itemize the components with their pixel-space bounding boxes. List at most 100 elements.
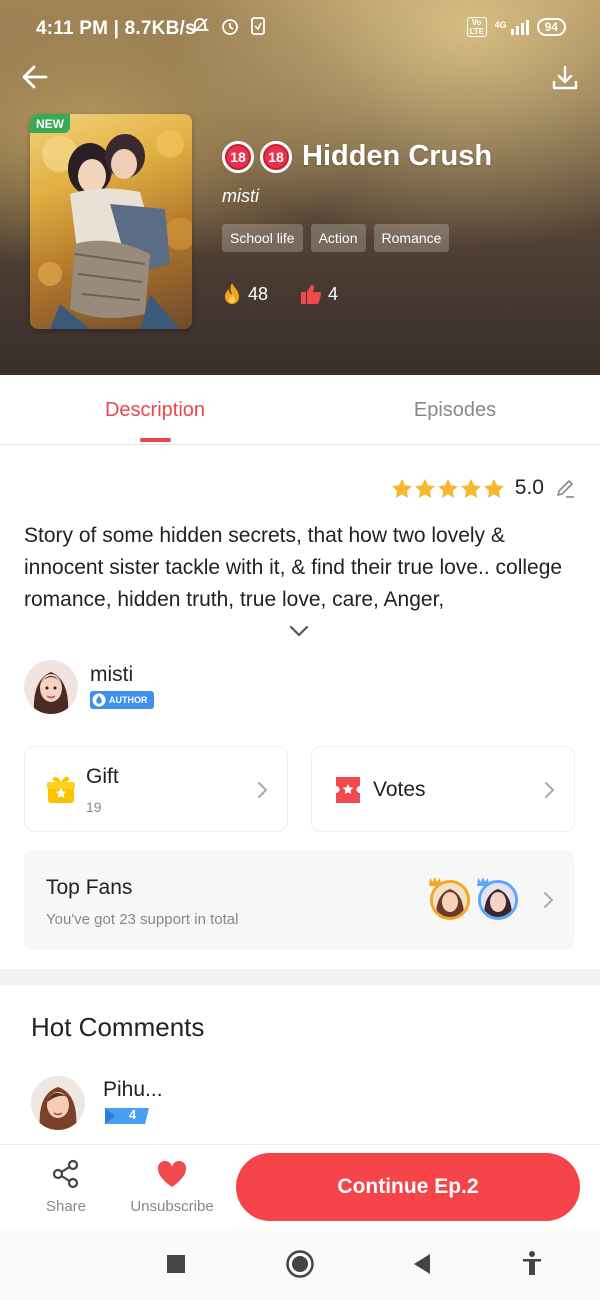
star-icon [391, 478, 412, 498]
signal-icon: 4G [494, 19, 529, 35]
user-level: 4 [129, 1107, 137, 1122]
tab-episodes[interactable]: Episodes [305, 375, 600, 445]
chevron-down-icon [289, 625, 309, 637]
commenter-avatar-image [31, 1076, 85, 1130]
tag-romance[interactable]: Romance [373, 224, 450, 252]
age-rating-badge: 18 [222, 140, 254, 173]
tab-indicator [140, 438, 171, 442]
book-header: 4:11 PM | 8.7KB/s Vo LTE 4G 94 NEW 18 18… [0, 0, 600, 375]
title-row: 18 18 Hidden Crush [222, 140, 492, 173]
back-triangle-icon [414, 1254, 430, 1274]
alarm-icon [222, 19, 238, 35]
system-navigation-bar [0, 1228, 600, 1300]
commenter-avatar[interactable] [31, 1076, 85, 1130]
rating-stars [391, 478, 505, 499]
top-fans-card[interactable]: Top Fans You've got 23 support in total [24, 850, 575, 950]
votes-card[interactable]: Votes [311, 746, 575, 832]
gift-card[interactable]: Gift 19 [24, 746, 288, 832]
author-badge: AUTHOR [90, 690, 154, 709]
cover-illustration [38, 130, 192, 329]
chevron-right-icon [544, 892, 553, 908]
commenter-info: Pihu... 4 [103, 1076, 163, 1131]
book-cover[interactable]: NEW [30, 114, 192, 329]
crown-icon [477, 877, 489, 886]
crown-icon [429, 877, 441, 886]
age-rating-badge-2: 18 [260, 140, 292, 173]
likes-count: 4 [328, 283, 339, 304]
expand-description-button[interactable] [288, 624, 310, 643]
volte-icon: Vo LTE [466, 17, 487, 37]
tag-school-life[interactable]: School life [222, 224, 303, 252]
gift-count: 19 [86, 799, 102, 815]
download-icon [552, 65, 578, 90]
square-icon [167, 1255, 185, 1273]
unsubscribe-label: Unsubscribe [130, 1198, 214, 1215]
chevron-right-icon [258, 782, 267, 798]
status-bar: 4:11 PM | 8.7KB/s Vo LTE 4G 94 [0, 0, 600, 56]
author-avatar[interactable] [24, 660, 78, 714]
description-text: Story of some hidden secrets, that how t… [24, 524, 563, 611]
star-icon [460, 478, 481, 498]
author-avatar-image [24, 660, 78, 714]
edit-rating-icon[interactable] [554, 477, 576, 499]
likes-stat: 4 [300, 283, 338, 305]
rating-row: 5.0 [391, 476, 576, 500]
top-fans-title: Top Fans [46, 876, 133, 899]
heart-icon [157, 1160, 187, 1187]
top-fans-subtitle: You've got 23 support in total [46, 911, 239, 928]
user-level-badge: 4 [103, 1106, 151, 1126]
home-button[interactable] [285, 1249, 315, 1284]
book-title: Hidden Crush [302, 140, 493, 172]
new-badge: NEW [30, 114, 70, 133]
rating-value: 5.0 [514, 476, 544, 499]
recent-apps-button[interactable] [166, 1254, 186, 1279]
network-type: 4G [494, 19, 507, 30]
chevron-right-icon [545, 782, 554, 798]
star-icon [483, 478, 504, 498]
status-time: 4:11 PM | 8.7KB/s [36, 18, 196, 39]
section-divider [0, 969, 600, 985]
book-author[interactable]: misti [222, 186, 259, 207]
status-right: Vo LTE 4G 94 [466, 17, 566, 37]
ticket-icon [336, 777, 360, 803]
author-badge-label: AUTHOR [109, 694, 148, 705]
author-name: misti [90, 662, 134, 686]
gift-icon [47, 776, 75, 803]
unsubscribe-button[interactable]: Unsubscribe [126, 1159, 218, 1215]
back-button[interactable] [20, 62, 50, 97]
gift-title: Gift [86, 765, 119, 788]
notification-icon [251, 17, 265, 35]
comment-item[interactable]: Pihu... 4 [31, 1076, 163, 1131]
author-info: misti AUTHOR [90, 663, 154, 712]
tag-action[interactable]: Action [310, 224, 366, 252]
battery-indicator: 94 [536, 18, 566, 36]
fire-icon [225, 283, 239, 304]
commenter-name: Pihu... [103, 1078, 163, 1101]
continue-reading-button[interactable]: Continue Ep.2 [236, 1153, 580, 1221]
popularity-count: 48 [248, 283, 269, 304]
download-button[interactable] [551, 64, 579, 97]
back-nav-button[interactable] [412, 1253, 432, 1280]
accessibility-button[interactable] [521, 1250, 543, 1281]
genre-tags: School life Action Romance [222, 224, 450, 252]
votes-title: Votes [373, 778, 426, 801]
star-icon [437, 478, 458, 498]
home-circle-icon [286, 1250, 314, 1278]
accessibility-icon [523, 1251, 541, 1275]
level-badge-icon [105, 1108, 149, 1124]
share-icon [52, 1159, 79, 1189]
thumbs-up-icon [301, 285, 322, 304]
hot-comments-title: Hot Comments [31, 1012, 205, 1042]
star-icon [414, 478, 435, 498]
tab-description[interactable]: Description [5, 375, 305, 445]
book-stats: 48 4 [222, 282, 370, 306]
author-badge-icon [92, 693, 106, 706]
back-arrow-icon [22, 65, 48, 89]
tab-bar: Description Episodes [0, 375, 600, 445]
share-button[interactable]: Share [36, 1159, 96, 1215]
bottom-action-bar: Share Unsubscribe Continue Ep.2 [0, 1144, 600, 1228]
mute-bell-icon [190, 18, 210, 34]
status-icons [190, 16, 266, 36]
popularity-stat: 48 [222, 282, 268, 306]
author-row[interactable]: misti AUTHOR [24, 660, 154, 714]
